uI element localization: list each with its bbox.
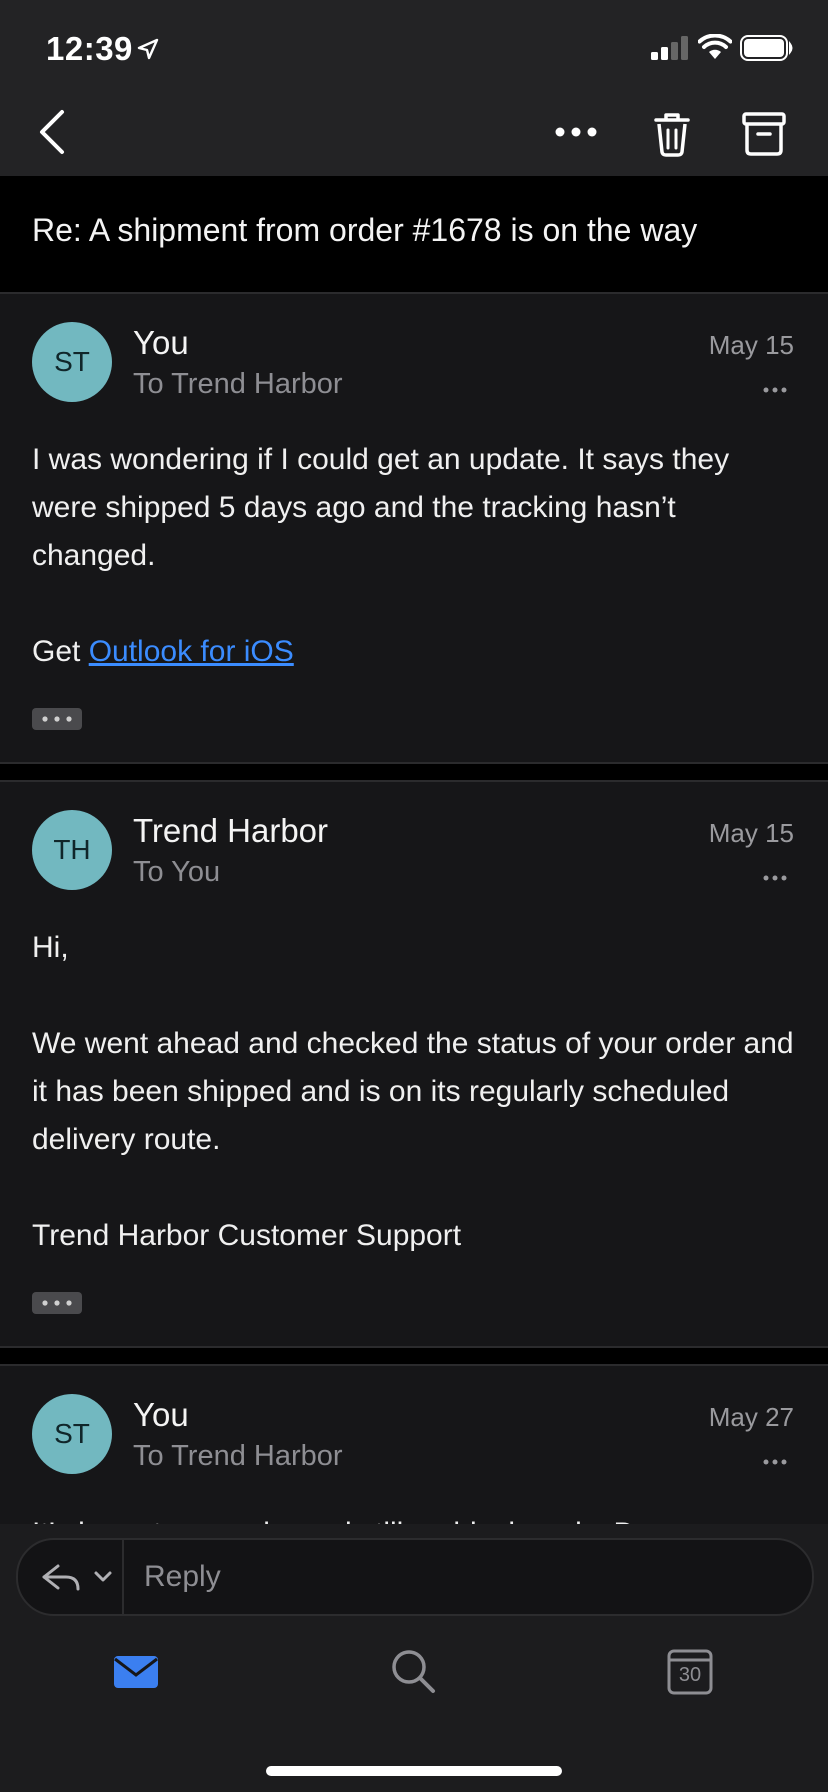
calendar-day: 30 <box>678 1664 702 1686</box>
trash-icon[interactable] <box>644 106 700 162</box>
body-paragraph: Hi, <box>32 931 69 964</box>
message-more-icon[interactable] <box>762 1458 788 1466</box>
message-2[interactable]: TH Trend Harbor To You May 15 Hi, We wen… <box>0 782 828 1346</box>
message-more-icon[interactable] <box>762 874 788 882</box>
message-more-icon[interactable] <box>762 386 788 394</box>
sender-name: Trend Harbor <box>133 812 329 849</box>
back-chevron-icon[interactable] <box>30 104 80 160</box>
body-paragraph: We went ahead and checked the status of … <box>32 1027 794 1156</box>
mail-tab-icon[interactable] <box>106 1642 166 1702</box>
battery-icon <box>740 35 793 61</box>
outlook-ios-link[interactable]: Outlook for iOS <box>89 635 294 668</box>
expand-quoted-button[interactable] <box>32 708 82 730</box>
message-body: I was wondering if I could get an update… <box>32 436 796 676</box>
navigation-bar <box>0 88 828 176</box>
wifi-icon <box>698 34 732 59</box>
avatar: ST <box>32 1394 112 1474</box>
avatar: TH <box>32 810 112 890</box>
ellipsis-icon <box>42 716 72 722</box>
message-body-preview: It’s been two weeks and still no black p… <box>32 1510 709 1524</box>
reply-bar[interactable]: Reply <box>16 1538 814 1616</box>
signature-prefix: Get <box>32 635 81 668</box>
cellular-signal-icon <box>651 36 688 60</box>
email-subject: Re: A shipment from order #1678 is on th… <box>32 212 698 248</box>
signature: Get Outlook for iOS <box>32 628 796 676</box>
message-gap <box>0 764 828 780</box>
reply-options-icon[interactable] <box>38 1556 126 1598</box>
message-gap <box>0 1348 828 1364</box>
expand-quoted-button[interactable] <box>32 1292 82 1314</box>
message-body: Hi, We went ahead and checked the status… <box>32 924 796 1260</box>
message-3[interactable]: ST You To Trend Harbor May 27 <box>0 1366 828 1526</box>
message-date: May 27 <box>708 1402 794 1432</box>
body-paragraph: I was wondering if I could get an update… <box>32 443 730 572</box>
location-arrow-icon <box>137 38 159 60</box>
recipient-line: To Trend Harbor <box>133 1440 343 1472</box>
reply-input[interactable]: Reply <box>144 1560 221 1594</box>
subject-bar: Re: A shipment from order #1678 is on th… <box>0 176 828 292</box>
message-1[interactable]: ST You To Trend Harbor May 15 I was wond… <box>0 294 828 762</box>
signature: Trend Harbor Customer Support <box>32 1219 462 1252</box>
sender-name: You <box>133 1396 189 1433</box>
message-date: May 15 <box>708 818 794 848</box>
status-time: 12:39 <box>46 30 133 67</box>
message-date: May 15 <box>708 330 794 360</box>
calendar-tab-icon[interactable]: 30 <box>660 1642 720 1702</box>
status-bar: 12:39 <box>0 0 828 88</box>
avatar: ST <box>32 322 112 402</box>
bottom-area: Reply 30 <box>0 1524 828 1792</box>
home-indicator <box>266 1766 562 1776</box>
archive-icon[interactable] <box>736 108 792 160</box>
search-tab-icon[interactable] <box>383 1642 443 1702</box>
recipient-line: To Trend Harbor <box>133 368 343 400</box>
recipient-line: To You <box>133 856 221 888</box>
ellipsis-icon <box>42 1300 72 1306</box>
more-options-icon[interactable] <box>548 106 604 158</box>
sender-name: You <box>133 324 189 361</box>
reply-separator <box>122 1540 124 1614</box>
